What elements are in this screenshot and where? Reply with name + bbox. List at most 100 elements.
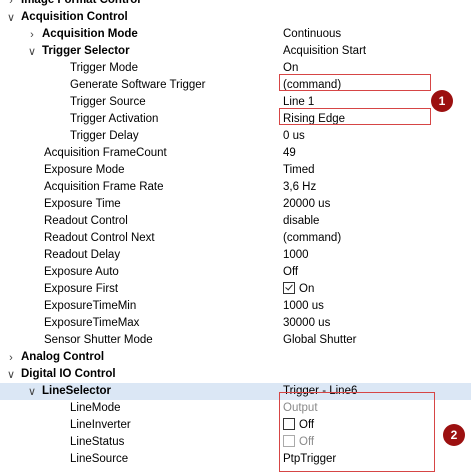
row-label: Trigger Source — [70, 96, 146, 108]
row-value[interactable]: Continuous — [283, 26, 341, 43]
row-label: LineSource — [70, 453, 129, 465]
row-value-text: 3,6 Hz — [283, 181, 317, 193]
row-value-text: 1000 — [283, 249, 309, 261]
row-label: Trigger Activation — [70, 113, 159, 125]
row-value[interactable]: PtpTrigger — [283, 451, 336, 468]
row-label: LineInverter — [70, 419, 131, 431]
row-value[interactable]: 1000 — [283, 247, 309, 264]
tree-row[interactable]: Exposure First On — [0, 281, 471, 298]
checkbox-unchecked-icon — [283, 435, 295, 447]
row-value-text: Off — [299, 436, 315, 448]
tree-row[interactable]: Trigger Source Line 1 — [0, 94, 471, 111]
chevron-right-icon[interactable]: › — [26, 26, 38, 43]
tree-row[interactable]: Trigger Delay 0 us — [0, 128, 471, 145]
row-value-text: On — [283, 62, 299, 74]
chevron-down-icon[interactable]: ∨ — [26, 383, 38, 400]
row-value[interactable]: 0 us — [283, 128, 305, 145]
tree-row[interactable]: ∨ Acquisition Control — [0, 9, 471, 26]
row-value-text: Acquisition Start — [283, 45, 367, 57]
row-value[interactable]: (command) — [283, 77, 341, 94]
row-value[interactable]: Acquisition Start — [283, 43, 366, 60]
row-value-text: 1000 us — [283, 300, 324, 312]
tree-row[interactable]: Acquisition FrameCount 49 — [0, 145, 471, 162]
tree-row[interactable]: LineStatus Off — [0, 434, 471, 451]
tree-row[interactable]: ∨ Digital IO Control — [0, 366, 471, 383]
tree-row[interactable]: LineSource PtpTrigger — [0, 451, 471, 468]
row-label: Trigger Delay — [70, 130, 139, 142]
row-label: Acquisition Mode — [42, 28, 138, 40]
row-checkbox-value: Off — [283, 434, 314, 451]
row-value-text: 49 — [283, 147, 296, 159]
row-value-text: Trigger - Line6 — [283, 385, 358, 397]
row-label: Sensor Shutter Mode — [44, 334, 153, 346]
row-label: Analog Control — [21, 351, 105, 363]
tree-row[interactable]: Sensor Shutter Mode Global Shutter — [0, 332, 471, 349]
row-value[interactable]: 1000 us — [283, 298, 324, 315]
chevron-right-icon[interactable]: › — [5, 349, 17, 366]
tree-row[interactable]: › Analog Control — [0, 349, 471, 366]
row-value[interactable]: Timed — [283, 162, 315, 179]
row-value-text: 30000 us — [283, 317, 331, 329]
annotation-number: 1 — [438, 94, 446, 108]
row-value[interactable]: 3,6 Hz — [283, 179, 316, 196]
row-label: Trigger Mode — [70, 62, 138, 74]
row-value[interactable]: 30000 us — [283, 315, 330, 332]
tree-row[interactable]: Readout Control disable — [0, 213, 471, 230]
row-label: Readout Control Next — [44, 232, 155, 244]
row-value[interactable]: Rising Edge — [283, 111, 345, 128]
row-label: Image Format Control — [21, 0, 141, 6]
tree-row[interactable]: Exposure Mode Timed — [0, 162, 471, 179]
feature-tree: › Image Format Control ∨ Acquisition Contro… — [0, 0, 471, 472]
checkbox-checked-icon[interactable] — [283, 282, 295, 294]
tree-row[interactable]: Trigger Mode On — [0, 60, 471, 77]
row-label: Exposure Time — [44, 198, 121, 210]
row-value-text: Line 1 — [283, 96, 315, 108]
row-label: Trigger Selector — [42, 45, 130, 57]
tree-row[interactable]: Exposure Auto Off — [0, 264, 471, 281]
row-value-text: (command) — [283, 232, 342, 244]
row-label: Generate Software Trigger — [70, 79, 206, 91]
annotation-number: 2 — [450, 428, 458, 442]
tree-row[interactable]: Acquisition Frame Rate 3,6 Hz — [0, 179, 471, 196]
tree-row[interactable]: Exposure Time 20000 us — [0, 196, 471, 213]
tree-row[interactable]: › Acquisition Mode Continuous — [0, 26, 471, 43]
row-value-text: Continuous — [283, 28, 342, 40]
tree-row[interactable]: ∨ LineSelector Trigger - Line6 — [0, 383, 471, 400]
tree-row[interactable]: LineInverter Off — [0, 417, 471, 434]
row-label: ExposureTimeMax — [44, 317, 140, 329]
tree-row[interactable]: Generate Software Trigger (command) — [0, 77, 471, 94]
chevron-down-icon[interactable]: ∨ — [26, 43, 38, 60]
row-label: Digital IO Control — [21, 368, 116, 380]
row-value-text: 0 us — [283, 130, 305, 142]
row-checkbox-value[interactable]: Off — [283, 417, 314, 434]
row-value-text: Timed — [283, 164, 315, 176]
row-value[interactable]: Global Shutter — [283, 332, 357, 349]
tree-row[interactable]: ∨ Trigger Selector Acquisition Start — [0, 43, 471, 60]
row-value[interactable]: 20000 us — [283, 196, 330, 213]
chevron-down-icon[interactable]: ∨ — [5, 9, 17, 26]
tree-row[interactable]: ExposureTimeMax 30000 us — [0, 315, 471, 332]
row-value-text: Output — [283, 402, 318, 414]
row-value[interactable]: (command) — [283, 230, 341, 247]
row-value[interactable]: Trigger - Line6 — [283, 383, 357, 400]
row-value[interactable]: disable — [283, 213, 319, 230]
tree-row[interactable]: LineMode Output — [0, 400, 471, 417]
row-value[interactable]: Line 1 — [283, 94, 314, 111]
row-value: Output — [283, 400, 318, 417]
chevron-right-icon[interactable]: › — [5, 0, 17, 9]
row-value[interactable]: On — [283, 60, 298, 77]
tree-row[interactable]: Readout Delay 1000 — [0, 247, 471, 264]
tree-row[interactable]: Readout Control Next (command) — [0, 230, 471, 247]
row-value-text: disable — [283, 215, 320, 227]
row-label: ExposureTimeMin — [44, 300, 137, 312]
tree-row[interactable]: › Image Format Control — [0, 0, 471, 9]
checkbox-unchecked-icon[interactable] — [283, 418, 295, 430]
row-value[interactable]: Off — [283, 264, 298, 281]
row-label: LineStatus — [70, 436, 125, 448]
tree-row[interactable]: Trigger Activation Rising Edge — [0, 111, 471, 128]
row-value[interactable]: 49 — [283, 145, 296, 162]
row-value-text: Off — [299, 419, 315, 431]
row-checkbox-value[interactable]: On — [283, 281, 314, 298]
chevron-down-icon[interactable]: ∨ — [5, 366, 17, 383]
tree-row[interactable]: ExposureTimeMin 1000 us — [0, 298, 471, 315]
